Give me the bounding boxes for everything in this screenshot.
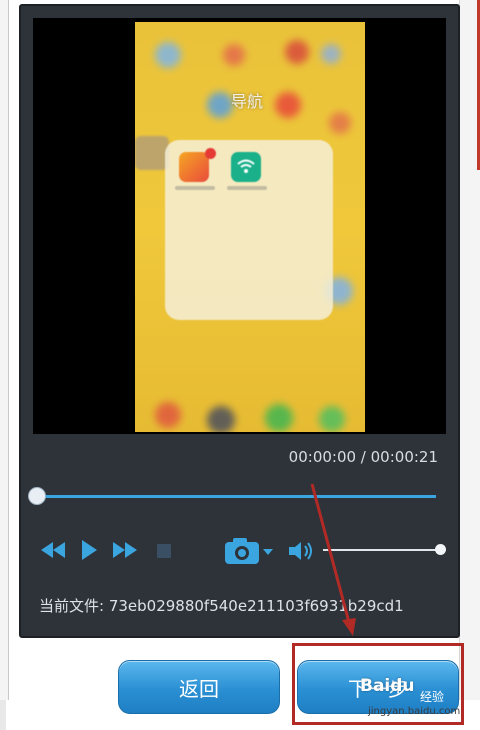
play-button[interactable] [79,538,99,562]
rewind-button[interactable] [39,540,67,560]
annotation-arrow [310,483,356,636]
video-player-panel: 导航 00:00:00 / 00:00:21 当前文件: 73eb029880f… [19,4,460,638]
left-panel-edge [0,0,9,700]
seek-bar[interactable] [39,495,436,498]
video-area[interactable]: 导航 [33,18,446,434]
app-icon-wifi [231,152,261,182]
volume-handle[interactable] [435,544,446,555]
phone-dock-square [135,136,169,170]
rewind-icon [41,542,65,558]
notification-badge [205,148,216,159]
current-file-label: 当前文件: [39,597,109,615]
fast-forward-button[interactable] [111,540,139,560]
current-file: 当前文件: 73eb029880f540e211103f6931b29cd1 [39,595,449,616]
play-icon [82,540,97,560]
fast-forward-icon [113,542,137,558]
screenshot-button[interactable] [223,536,277,566]
stop-button[interactable] [155,542,173,560]
time-display: 00:00:00 / 00:00:21 [288,448,438,466]
bottom-edge [0,700,6,730]
phone-folder [165,140,333,320]
watermark-sub: 经验 [420,690,445,704]
watermark-url: jingyan.baidu.com [368,706,461,717]
camera-icon [225,538,273,564]
stop-icon [157,544,171,558]
phone-folder-title: 导航 [231,92,264,111]
video-frame-phone-screen: 导航 [135,22,365,432]
app-icon-navigation [179,152,209,182]
back-button[interactable]: 返回 [118,660,280,714]
watermark-brand: Baidu [360,676,415,696]
right-panel-edge [459,0,480,700]
seek-handle[interactable] [28,487,46,505]
wifi-icon [237,159,255,173]
